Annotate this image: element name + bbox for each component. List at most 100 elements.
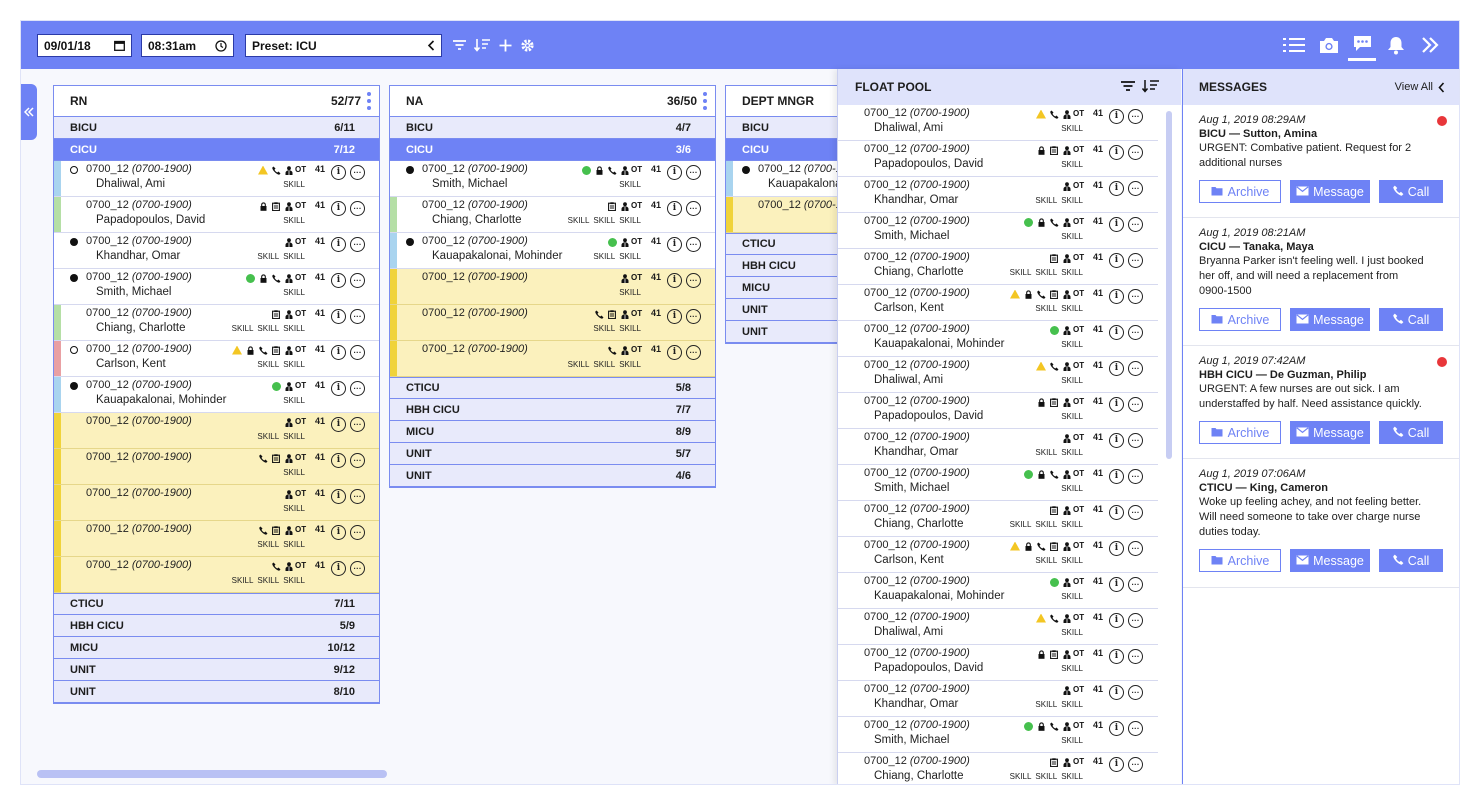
sort-icon[interactable] <box>473 36 491 54</box>
nurse-row[interactable]: 0700_12 (0700-1900) Khandhar, Omar OT 41 SKI… <box>54 233 379 269</box>
unit-row-cticu[interactable]: CTICU 7/11 <box>54 593 379 615</box>
message-button[interactable]: Message <box>1290 180 1370 203</box>
nurse-row[interactable]: 0700_12 (0700-1900) Papadopoulos, David OT… <box>838 393 1158 429</box>
more-options-icon[interactable]: ··· <box>1128 541 1143 556</box>
info-icon[interactable]: i <box>667 201 682 216</box>
nurse-row[interactable]: 0700_12 (0700-1900) Kauapakalonai, Mohind… <box>838 573 1158 609</box>
filter-icon[interactable] <box>450 36 468 54</box>
horizontal-scrollbar[interactable] <box>37 770 387 778</box>
more-options-icon[interactable]: ··· <box>686 309 701 324</box>
info-icon[interactable]: i <box>331 417 346 432</box>
more-options-icon[interactable]: ··· <box>350 309 365 324</box>
float-pool-scrollbar[interactable] <box>1166 111 1172 459</box>
nurse-row[interactable]: 0700_12 (0700-1900) Dhaliwal, Ami OT 41 SKIL… <box>838 357 1158 393</box>
unit-row-unit[interactable]: UNIT 8/10 <box>54 681 379 703</box>
more-options-icon[interactable]: ··· <box>350 489 365 504</box>
camera-icon[interactable] <box>1315 33 1343 57</box>
info-icon[interactable]: i <box>331 561 346 576</box>
more-options-icon[interactable]: ··· <box>1128 289 1143 304</box>
time-picker[interactable]: 08:31am <box>141 34 234 57</box>
info-icon[interactable]: i <box>1109 469 1124 484</box>
nurse-row[interactable]: 0700_12 (0700-1900) Chiang, Charlotte OT 41… <box>390 197 715 233</box>
nurse-row[interactable]: 0700_12 (0700-1900) Smith, Michael OT 41 SKI… <box>54 269 379 305</box>
nurse-row[interactable]: 0700_12 (0700-19 Kauapakalonai <box>726 161 848 197</box>
info-icon[interactable]: i <box>1109 397 1124 412</box>
preset-select[interactable]: Preset: ICU <box>245 34 442 57</box>
info-icon[interactable]: i <box>1109 361 1124 376</box>
nurse-row[interactable]: 0700_12 (0700-1900) Khandhar, Omar OT 41 SKI… <box>838 177 1158 213</box>
more-options-icon[interactable]: ··· <box>1128 361 1143 376</box>
info-icon[interactable]: i <box>1109 649 1124 664</box>
more-options-icon[interactable]: ··· <box>1128 181 1143 196</box>
nurse-row[interactable]: 0700_12 (0700-1900) Kauapakalonai, Mohind… <box>838 321 1158 357</box>
info-icon[interactable]: i <box>1109 613 1124 628</box>
more-options-icon[interactable]: ··· <box>350 201 365 216</box>
info-icon[interactable]: i <box>1109 433 1124 448</box>
list-view-icon[interactable] <box>1280 33 1308 57</box>
unit-row-bicu[interactable]: BICU 4/7 <box>390 117 715 139</box>
nurse-row[interactable]: 0700_12 (0700-1900) Kauapakalonai, Mohind… <box>390 233 715 269</box>
nurse-row[interactable]: 0700_12 (0700-1900) Smith, Michael OT 41 SKI… <box>838 213 1158 249</box>
more-options-icon[interactable]: ··· <box>350 381 365 396</box>
bell-icon[interactable] <box>1382 33 1410 57</box>
more-options-icon[interactable]: ··· <box>1128 577 1143 592</box>
more-options-icon[interactable]: ··· <box>1128 109 1143 124</box>
more-options-icon[interactable]: ··· <box>350 237 365 252</box>
more-options-icon[interactable]: ··· <box>1128 469 1143 484</box>
info-icon[interactable]: i <box>667 273 682 288</box>
nurse-row[interactable]: 0700_12 (0700-1900) Carlson, Kent OT 41 SKIL… <box>838 537 1158 573</box>
nurse-row[interactable]: 0700_12 (0700-1900) Dhaliwal, Ami OT 41 SKIL… <box>54 161 379 197</box>
more-options-icon[interactable]: ··· <box>1128 433 1143 448</box>
kebab-menu-icon[interactable] <box>703 92 707 110</box>
info-icon[interactable]: i <box>1109 109 1124 124</box>
sort-icon[interactable] <box>1141 79 1160 96</box>
call-button[interactable]: Call <box>1379 308 1443 331</box>
collapse-panel-button[interactable] <box>21 84 37 140</box>
info-icon[interactable]: i <box>331 201 346 216</box>
open-shift-row[interactable]: 0700_12 (0700-1900) OT 41 SKILL i ··· <box>390 269 715 305</box>
nurse-row[interactable]: 0700_12 (0700-1900) Papadopoulos, David OT… <box>838 645 1158 681</box>
info-icon[interactable]: i <box>1109 757 1124 772</box>
nurse-row[interactable]: 0700_12 (0700-1900) Chiang, Charlotte OT 41… <box>838 249 1158 285</box>
gear-icon[interactable] <box>518 36 536 54</box>
info-icon[interactable]: i <box>1109 721 1124 736</box>
open-shift-row[interactable]: 0700_12 (0700-1900) OT 41 SKILL SKILL i ··· <box>390 305 715 341</box>
open-shift-row[interactable]: 0700_12 (0700-1900) OT 41 SKILL SKILL i ··· <box>54 521 379 557</box>
more-options-icon[interactable]: ··· <box>350 561 365 576</box>
more-options-icon[interactable]: ··· <box>686 273 701 288</box>
messages-tab-icon[interactable] <box>1348 29 1376 61</box>
more-options-icon[interactable]: ··· <box>1128 757 1143 772</box>
unit-row-cicu[interactable]: CICU <box>726 139 845 161</box>
info-icon[interactable]: i <box>331 453 346 468</box>
nurse-row[interactable]: 0700_12 (0700-1900) Kauapakalonai, Mohind… <box>54 377 379 413</box>
more-options-icon[interactable]: ··· <box>686 201 701 216</box>
message-button[interactable]: Message <box>1290 308 1370 331</box>
filter-icon[interactable] <box>1121 80 1135 95</box>
nurse-row[interactable]: 0700_12 (0700-1900) Smith, Michael OT 41 SKI… <box>390 161 715 197</box>
archive-button[interactable]: Archive <box>1199 421 1281 444</box>
more-options-icon[interactable]: ··· <box>1128 325 1143 340</box>
message-button[interactable]: Message <box>1290 421 1370 444</box>
nurse-row[interactable]: 0700_12 (0700-1900) Chiang, Charlotte OT 41… <box>838 753 1158 784</box>
open-shift-row[interactable]: 0700_12 (0700-1900) OT 41 SKILL SKILL i ··· <box>54 413 379 449</box>
info-icon[interactable]: i <box>331 345 346 360</box>
more-options-icon[interactable]: ··· <box>686 345 701 360</box>
date-picker[interactable]: 09/01/18 <box>37 34 132 57</box>
unit-row-unit[interactable]: UNIT 5/7 <box>390 443 715 465</box>
info-icon[interactable]: i <box>331 237 346 252</box>
more-options-icon[interactable]: ··· <box>350 273 365 288</box>
unit-row-hbh-cicu[interactable]: HBH CICU <box>726 255 845 277</box>
nurse-row[interactable]: 0700_12 (0700-1900) Carlson, Kent OT 41 SKIL… <box>54 341 379 377</box>
unit-row-bicu[interactable]: BICU 6/11 <box>54 117 379 139</box>
unit-row-cticu[interactable]: CTICU 5/8 <box>390 377 715 399</box>
call-button[interactable]: Call <box>1379 421 1443 444</box>
more-options-icon[interactable]: ··· <box>1128 253 1143 268</box>
nurse-row[interactable]: 0700_12 (0700-1900) Smith, Michael OT 41 SKI… <box>838 465 1158 501</box>
message-button[interactable]: Message <box>1290 549 1370 572</box>
unit-row-unit[interactable]: UNIT <box>726 299 845 321</box>
more-options-icon[interactable]: ··· <box>350 525 365 540</box>
info-icon[interactable]: i <box>331 165 346 180</box>
info-icon[interactable]: i <box>1109 289 1124 304</box>
unit-row-bicu[interactable]: BICU <box>726 117 845 139</box>
archive-button[interactable]: Archive <box>1199 180 1281 203</box>
